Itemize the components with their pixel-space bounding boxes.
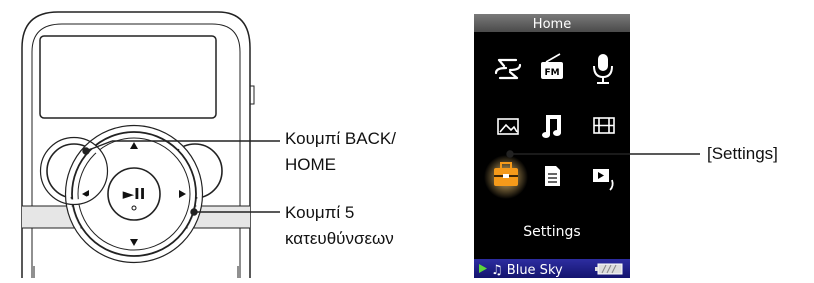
svg-text:FM: FM — [544, 68, 559, 78]
player-display — [39, 35, 217, 119]
five-way-callout-line1: Κουμπί 5 — [285, 203, 355, 222]
podcast-icon[interactable] — [545, 166, 560, 186]
back-home-callout: Κουμπί BACK/ HOME — [285, 126, 396, 178]
selected-item-label: Settings — [523, 224, 580, 240]
now-playing-title: ♫ Blue Sky — [491, 263, 563, 278]
settings-callout-label: [Settings] — [707, 144, 778, 163]
battery-icon — [595, 263, 623, 275]
home-screen: Home FM Settings ♫ Blue Sky — [474, 14, 630, 278]
back-home-callout-line1: Κουμπί BACK/ — [285, 129, 396, 148]
diagram-svg: ►II Home FM Settings ♫ Blue Sky — [21, 11, 700, 278]
settings-callout: [Settings] — [707, 141, 778, 167]
five-way-callout: Κουμπί 5 κατευθύνσεων — [285, 200, 394, 252]
play-pause-icon: ►II — [123, 185, 146, 203]
diagram-canvas: ►II Home FM Settings ♫ Blue Sky Κουμπί B… — [0, 0, 814, 278]
screen-header-title: Home — [533, 17, 571, 32]
five-way-button[interactable]: ►II — [71, 131, 197, 257]
five-way-callout-line2: κατευθύνσεων — [285, 229, 394, 248]
back-home-callout-line2: HOME — [285, 155, 336, 174]
